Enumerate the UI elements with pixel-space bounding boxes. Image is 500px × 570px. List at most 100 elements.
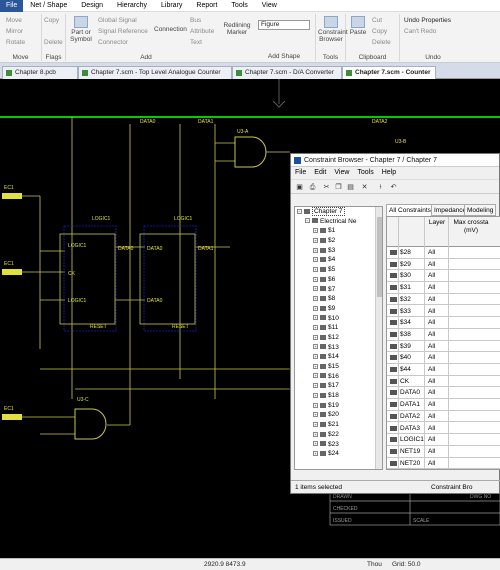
cut-icon[interactable]: ✂	[322, 183, 331, 192]
paste-icon[interactable]: ▤	[346, 183, 355, 192]
expand-icon[interactable]: +	[313, 402, 318, 408]
tree-net-item[interactable]: + $8	[295, 294, 382, 304]
menu-report[interactable]: Report	[189, 2, 224, 9]
menu-file[interactable]: File	[0, 0, 24, 12]
cb-menu-tools[interactable]: Tools	[353, 167, 377, 179]
expand-icon[interactable]: +	[313, 334, 318, 340]
tree-net-item[interactable]: + $19	[295, 401, 382, 411]
table-row[interactable]: $44 All	[387, 364, 500, 376]
tab-chapter8-pcb[interactable]: Chapter 8.pcb	[2, 66, 78, 79]
shape-combo[interactable]: Figure	[258, 20, 310, 30]
layer-cell[interactable]: All	[428, 378, 435, 385]
tree-net-item[interactable]: + $10	[295, 314, 382, 324]
expand-icon[interactable]: +	[313, 344, 318, 350]
constraint-browser-titlebar[interactable]: Constraint Browser - Chapter 7 / Chapter…	[291, 154, 499, 167]
expand-icon[interactable]: +	[313, 412, 318, 418]
table-row[interactable]: NET19 All	[387, 446, 500, 458]
table-row[interactable]: $38 All	[387, 329, 500, 341]
mirror-button[interactable]: Mirror	[6, 28, 23, 35]
table-row[interactable]: DATA2 All	[387, 411, 500, 423]
table-row[interactable]: LOGIC1 All	[387, 434, 500, 446]
layer-cell[interactable]: All	[428, 319, 435, 326]
expand-icon[interactable]: +	[313, 228, 318, 234]
cb-menu-view[interactable]: View	[330, 167, 353, 179]
expand-icon[interactable]: +	[313, 354, 318, 360]
expand-icon[interactable]: +	[313, 383, 318, 389]
connect-icon[interactable]: ⟊	[376, 183, 385, 192]
text-button[interactable]: Text	[190, 39, 202, 46]
layer-cell[interactable]: All	[428, 413, 435, 420]
expand-icon[interactable]: +	[313, 305, 318, 311]
tree-net-item[interactable]: + $22	[295, 430, 382, 440]
expand-icon[interactable]: +	[313, 276, 318, 282]
table-row[interactable]: $28 All	[387, 247, 500, 259]
expand-icon[interactable]: +	[313, 266, 318, 272]
layer-cell[interactable]: All	[428, 460, 435, 467]
table-row[interactable]: $30 All	[387, 270, 500, 283]
menu-net-shape[interactable]: Net / Shape	[23, 2, 74, 9]
tree-net-item[interactable]: + $17	[295, 381, 382, 391]
table-row[interactable]: DATA3 All	[387, 423, 500, 435]
global-signal-button[interactable]: Global Signal	[98, 17, 137, 24]
delete-icon[interactable]: ✕	[360, 183, 369, 192]
expand-icon[interactable]: +	[313, 441, 318, 447]
bus-button[interactable]: Bus	[190, 17, 201, 24]
constraint-browser-button[interactable]: Constraint Browser	[318, 16, 348, 43]
expand-icon[interactable]: +	[313, 392, 318, 398]
tree-net-item[interactable]: + $15	[295, 362, 382, 372]
copy-button[interactable]: Copy	[372, 28, 387, 35]
menu-hierarchy[interactable]: Hierarchy	[110, 2, 154, 9]
delete-flag-button[interactable]: Delete	[44, 39, 63, 46]
redo-button[interactable]: Can't Redo	[404, 28, 436, 35]
table-row[interactable]: $39 All	[387, 341, 500, 353]
layer-cell[interactable]: All	[428, 331, 435, 338]
net-tree[interactable]: − Chapter 7 − Electrical Ne + $1 + $2 + $3 + $4 + $…	[294, 206, 383, 470]
layer-cell[interactable]: All	[428, 261, 435, 268]
layer-cell[interactable]: All	[428, 272, 435, 279]
menu-library[interactable]: Library	[154, 2, 189, 9]
tree-net-item[interactable]: + $23	[295, 440, 382, 450]
table-row[interactable]: $33 All	[387, 306, 500, 318]
collapse-icon[interactable]: −	[297, 208, 302, 214]
copy-icon[interactable]: ❐	[334, 183, 343, 192]
tree-net-item[interactable]: + $24	[295, 449, 382, 459]
table-row[interactable]: DATA0 All	[387, 387, 500, 400]
layer-cell[interactable]: All	[428, 366, 435, 373]
layer-cell[interactable]: All	[428, 343, 435, 350]
table-row[interactable]: NET20 All	[387, 458, 500, 469]
tree-net-item[interactable]: + $13	[295, 343, 382, 353]
col-max-crosstalk-header[interactable]: Max crossta (mV)	[451, 219, 491, 235]
undo-icon[interactable]: ↶	[389, 183, 398, 192]
expand-icon[interactable]: +	[313, 286, 318, 292]
expand-icon[interactable]: +	[313, 373, 318, 379]
tab-all-constraints[interactable]: All Constraints	[386, 204, 434, 216]
expand-icon[interactable]: +	[313, 450, 318, 456]
tree-net-item[interactable]: + $9	[295, 304, 382, 314]
expand-icon[interactable]: +	[313, 237, 318, 243]
tree-net-item[interactable]: + $12	[295, 333, 382, 343]
undo-button[interactable]: Undo Properties	[404, 17, 451, 24]
cb-menu-file[interactable]: File	[291, 167, 310, 179]
layer-cell[interactable]: All	[428, 284, 435, 291]
tree-scrollbar[interactable]	[375, 207, 382, 469]
connection-button[interactable]: Connection	[154, 26, 187, 33]
move-button[interactable]: Move	[6, 17, 22, 24]
tree-net-item[interactable]: + $14	[295, 352, 382, 362]
tree-net-item[interactable]: + $4	[295, 255, 382, 265]
delete-button[interactable]: Delete	[372, 39, 391, 46]
save-icon[interactable]: ▣	[295, 183, 304, 192]
rotate-button[interactable]: Rotate	[6, 39, 25, 46]
tab-da-converter[interactable]: Chapter 7.scm - D/A Converter	[232, 66, 342, 79]
tree-net-item[interactable]: + $3	[295, 246, 382, 256]
scroll-thumb[interactable]	[377, 217, 382, 297]
signal-reference-button[interactable]: Signal Reference	[98, 28, 148, 35]
layer-cell[interactable]: All	[428, 401, 435, 408]
part-symbol-button[interactable]: Part or Symbol	[68, 16, 94, 43]
attribute-button[interactable]: Attribute	[190, 28, 214, 35]
tree-group[interactable]: − Electrical Ne	[295, 217, 382, 227]
layer-cell[interactable]: All	[428, 354, 435, 361]
collapse-icon[interactable]: −	[305, 218, 310, 224]
table-row[interactable]: $32 All	[387, 294, 500, 306]
expand-icon[interactable]: +	[313, 421, 318, 427]
cb-menu-help[interactable]: Help	[378, 167, 400, 179]
